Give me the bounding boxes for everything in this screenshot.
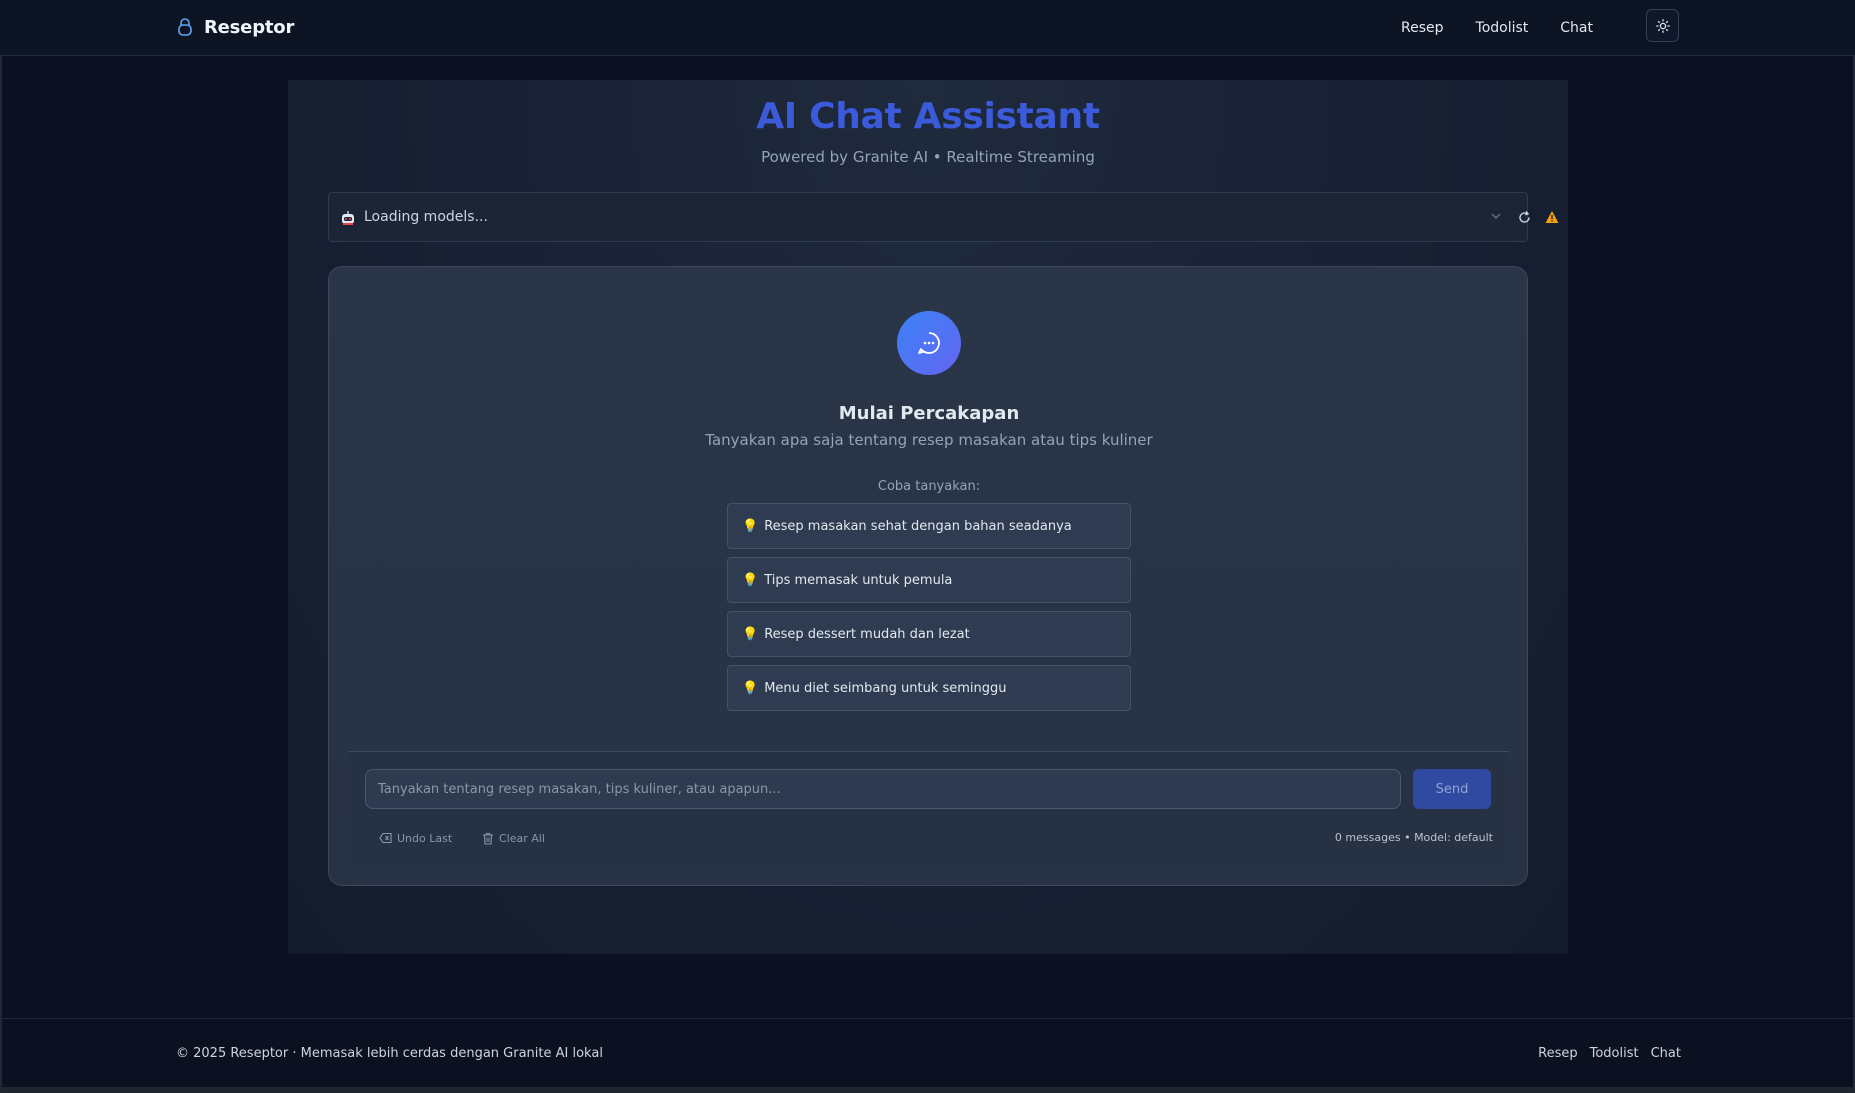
- footer-links: Resep Todolist Chat: [1538, 1046, 1681, 1061]
- refresh-icon[interactable]: [1517, 210, 1532, 225]
- suggestion-button[interactable]: 💡 Resep dessert mudah dan lezat: [727, 611, 1131, 657]
- nav-link-chat[interactable]: Chat: [1544, 0, 1609, 56]
- nav-link-todolist[interactable]: Todolist: [1460, 0, 1545, 56]
- model-selector[interactable]: Loading models...: [328, 192, 1559, 242]
- footer: © 2025 Reseptor · Memasak lebih cerdas d…: [2, 1018, 1853, 1087]
- chat-input[interactable]: [365, 769, 1401, 809]
- lightbulb-icon: 💡: [742, 572, 759, 588]
- chat-bubble-icon: [918, 332, 940, 354]
- clear-all-button[interactable]: Clear All: [482, 828, 545, 848]
- empty-state-title: Mulai Percakapan: [838, 403, 1020, 424]
- nav-links: Resep Todolist Chat: [1385, 0, 1609, 56]
- undo-last-button[interactable]: Undo Last: [379, 828, 452, 848]
- footer-link-chat[interactable]: Chat: [1651, 1046, 1681, 1061]
- clear-all-label: Clear All: [499, 831, 545, 845]
- brand[interactable]: Reseptor: [176, 13, 294, 41]
- footer-copyright: © 2025 Reseptor · Memasak lebih cerdas d…: [176, 1046, 603, 1061]
- lightbulb-icon: 💡: [742, 518, 759, 534]
- suggestion-button[interactable]: 💡 Tips memasak untuk pemula: [727, 557, 1131, 603]
- suggestions-label: Coba tanyakan:: [877, 479, 981, 494]
- brand-name: Reseptor: [204, 16, 295, 38]
- chat-input-area: Send Undo Last Clear All 0 messages • Mo…: [349, 751, 1509, 867]
- suggestion-text: Tips memasak untuk pemula: [764, 572, 953, 588]
- sun-icon: [1655, 18, 1670, 33]
- page-subtitle: Powered by Granite AI • Realtime Streami…: [761, 148, 1095, 166]
- chat-avatar: [897, 311, 961, 375]
- lock-icon: [178, 18, 192, 36]
- nav-link-resep[interactable]: Resep: [1385, 0, 1460, 56]
- trash-icon: [483, 832, 493, 845]
- suggestion-text: Menu diet seimbang untuk seminggu: [764, 680, 1007, 696]
- warning-icon: [1545, 211, 1559, 223]
- main-panel: AI Chat Assistant Powered by Granite AI …: [288, 80, 1568, 954]
- theme-toggle-button[interactable]: [1646, 9, 1679, 42]
- suggestion-text: Resep dessert mudah dan lezat: [764, 626, 970, 642]
- model-status: Loading models...: [364, 209, 488, 225]
- message-counter: 0 messages • Model: default: [1334, 831, 1493, 844]
- footer-link-resep[interactable]: Resep: [1538, 1046, 1577, 1061]
- top-navbar: Reseptor Resep Todolist Chat: [0, 0, 1855, 56]
- send-button[interactable]: Send: [1413, 769, 1491, 809]
- backspace-icon: [379, 832, 392, 844]
- suggestion-button[interactable]: 💡 Menu diet seimbang untuk seminggu: [727, 665, 1131, 711]
- undo-last-label: Undo Last: [397, 831, 453, 845]
- suggestion-button[interactable]: 💡 Resep masakan sehat dengan bahan seada…: [727, 503, 1131, 549]
- lightbulb-icon: 💡: [742, 626, 759, 642]
- page-title: AI Chat Assistant: [756, 96, 1100, 137]
- lightbulb-icon: 💡: [742, 680, 759, 696]
- robot-icon: [342, 211, 354, 225]
- footer-link-todolist[interactable]: Todolist: [1590, 1046, 1639, 1061]
- chevron-down-icon[interactable]: [1489, 209, 1503, 223]
- chat-card: Mulai Percakapan Tanyakan apa saja tenta…: [328, 266, 1528, 886]
- empty-state-subtitle: Tanyakan apa saja tentang resep masakan …: [705, 431, 1153, 449]
- suggestion-text: Resep masakan sehat dengan bahan seadany…: [764, 518, 1072, 534]
